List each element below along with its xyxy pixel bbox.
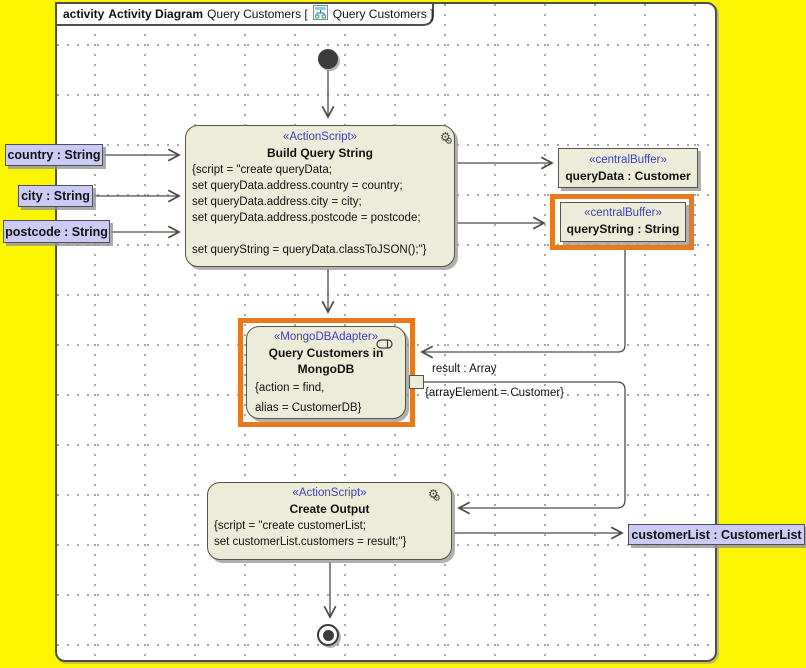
frame-diagram-type: Activity Diagram [108,7,203,21]
parameter-postcode-label: postcode : String [5,225,108,239]
activity-diagram-icon [313,5,328,23]
build-name: Build Query String [186,145,454,161]
action-create-output[interactable]: «ActionScript» Create Output {script = "… [207,482,452,560]
action-build-query-string[interactable]: «ActionScript» Build Query String {scrip… [185,125,455,267]
createoutput-name: Create Output [208,501,451,517]
magicdraw-activity-diagram: { "frame": { "keyword": "activity", "dia… [0,0,806,668]
final-node[interactable] [317,624,339,646]
mongo-script: {action = find, alias = CustomerDB} [247,377,405,418]
behavior-pill-icon [376,336,393,354]
parameter-city-label: city : String [21,189,90,203]
parameter-postcode[interactable]: postcode : String [3,220,110,243]
frame-title: activity Activity Diagram Query Customer… [63,6,433,22]
querystring-name: queryString : String [561,221,685,237]
createoutput-script: {script = "create customerList; set cust… [208,517,451,550]
querydata-stereotype: «centralBuffer» [559,149,697,168]
edge-result-to-createoutput[interactable] [424,382,625,508]
querystring-stereotype: «centralBuffer» [561,203,685,221]
result-flow-label: result : Array [432,363,497,375]
parameter-customerlist-label: customerList : CustomerList [631,528,801,542]
edge-querystring-to-mongo[interactable] [422,250,625,352]
result-constraint-label: {arrayElement = Customer} [425,387,564,399]
parameter-country-label: country : String [7,148,100,162]
result-output-pin[interactable] [409,375,424,389]
action-query-customers-mongodb[interactable]: «MongoDBAdapter» Query Customers in Mong… [246,326,406,419]
gear-icon: ⚙⚙ [428,488,447,501]
parameter-city[interactable]: city : String [18,185,93,207]
central-buffer-querystring[interactable]: «centralBuffer» queryString : String [560,202,686,242]
frame-diagram-name: Query Customers [ [207,7,308,21]
createoutput-stereotype: «ActionScript» [208,483,451,501]
frame-diagram-ref: Query Customers ] [333,7,434,21]
initial-node[interactable] [318,49,338,69]
frame-keyword: activity [63,7,104,21]
querydata-name: queryData : Customer [559,168,697,184]
parameter-country[interactable]: country : String [5,144,103,166]
parameter-customerlist[interactable]: customerList : CustomerList [628,524,805,545]
central-buffer-querydata[interactable]: «centralBuffer» queryData : Customer [558,148,698,188]
build-script: {script = "create queryData; set queryDa… [186,161,454,258]
gear-icon: ⚙⚙ [440,131,459,144]
build-stereotype: «ActionScript» [186,126,454,145]
final-node-dot [323,630,334,641]
mongo-name: Query Customers in MongoDB [261,345,391,377]
